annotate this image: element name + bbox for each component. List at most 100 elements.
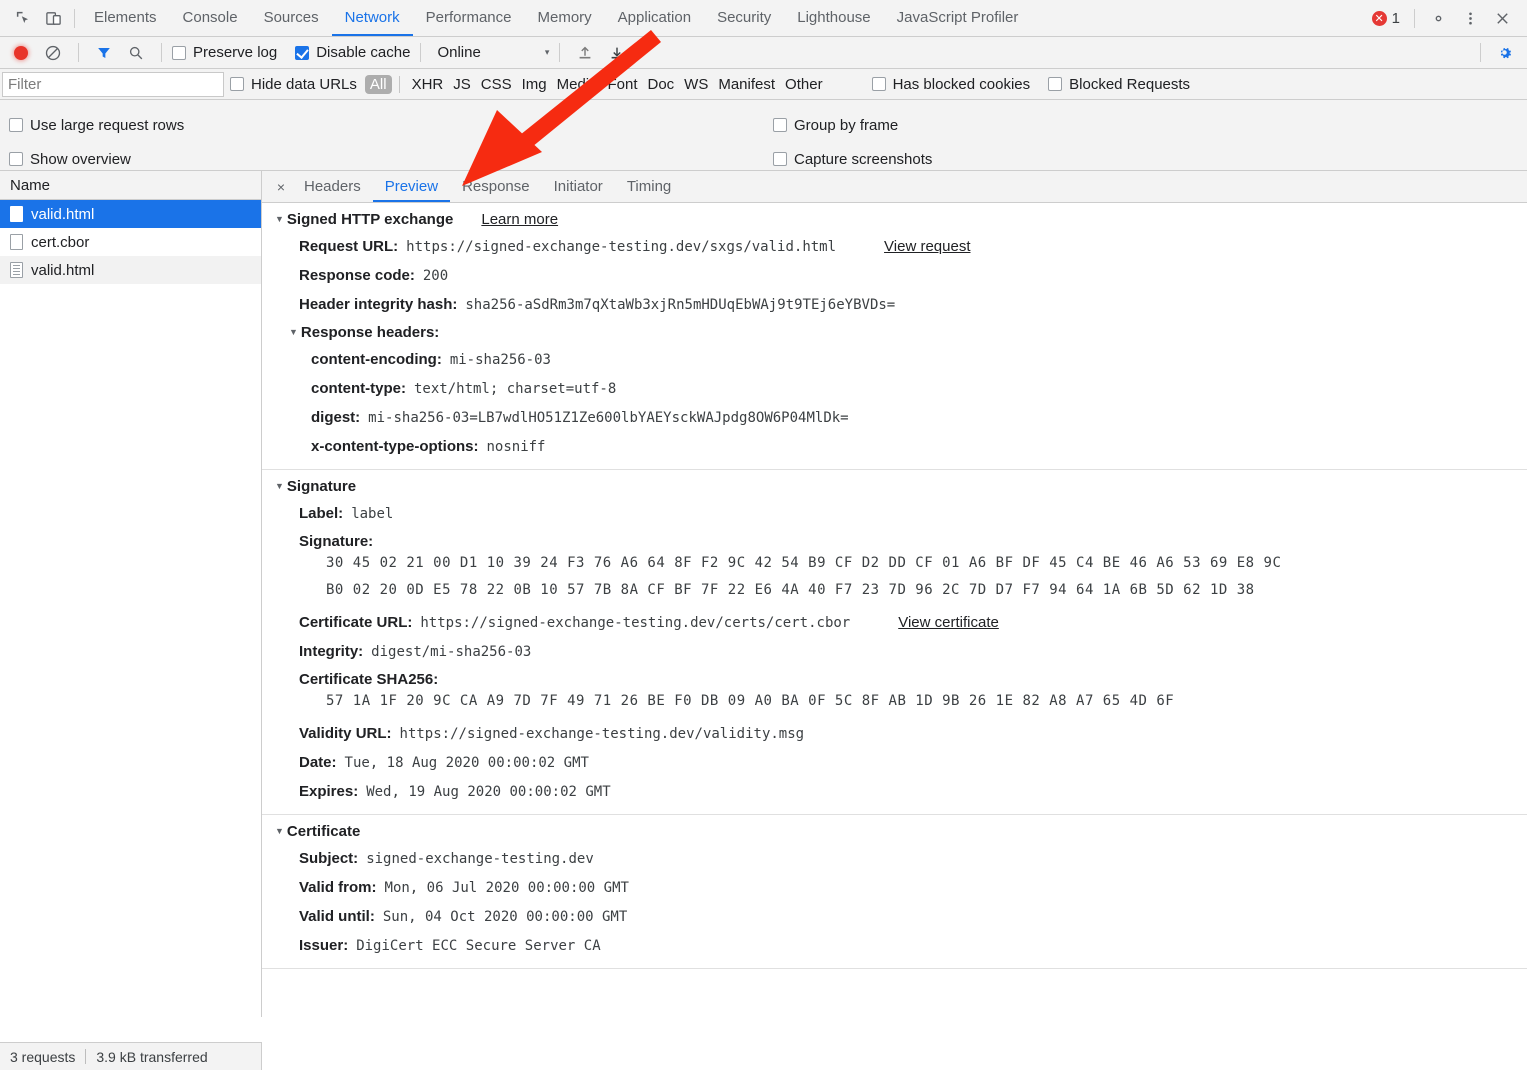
panel-tab-performance[interactable]: Performance [413,0,525,36]
filter-type-doc[interactable]: Doc [642,75,679,94]
learn-more-link[interactable]: Learn more [481,211,558,228]
request-row-valid-html-inner[interactable]: valid.html [0,256,261,284]
filter-type-ws[interactable]: WS [679,75,713,94]
sxg-preview-body: ▼Signed HTTP exchange Learn more Request… [262,203,1527,1017]
section-header-signed-http-exchange[interactable]: ▼Signed HTTP exchange Learn more [262,211,1527,228]
subject-label: Subject: [299,849,358,868]
expires-value: Wed, 19 Aug 2020 00:00:02 GMT [366,783,610,802]
toolbar-divider [1414,9,1415,28]
panel-tab-elements[interactable]: Elements [81,0,170,36]
view-request-link[interactable]: View request [884,237,970,256]
throttling-value: Online [437,44,480,61]
checkbox-box [872,77,886,91]
valid-from-value: Mon, 06 Jul 2020 00:00:00 GMT [385,879,629,898]
validity-url-value: https://signed-exchange-testing.dev/vali… [400,725,805,744]
hide-data-urls-checkbox[interactable]: Hide data URLs [230,76,357,93]
filter-type-media[interactable]: Media [552,75,603,94]
disclosure-triangle-icon[interactable]: ▼ [275,826,284,836]
tab-headers[interactable]: Headers [292,171,373,202]
response-headers-header[interactable]: ▼Response headers: [262,324,1527,341]
more-vertical-icon[interactable] [1455,3,1485,33]
tab-initiator[interactable]: Initiator [542,171,615,202]
has-blocked-cookies-checkbox[interactable]: Has blocked cookies [872,76,1031,93]
filter-type-manifest[interactable]: Manifest [713,75,780,94]
filter-type-js[interactable]: JS [448,75,476,94]
issuer-label: Issuer: [299,936,348,955]
response-header-row: content-encoding: mi-sha256-03 [262,350,1527,370]
signature-label-label: Label: [299,504,343,523]
tab-preview[interactable]: Preview [373,171,450,202]
checkbox-box [1048,77,1062,91]
disclosure-triangle-icon[interactable]: ▼ [275,214,284,224]
use-large-request-rows-checkbox[interactable]: Use large request rows [9,117,184,134]
signature-hex-line: 30 45 02 21 00 D1 10 39 24 F3 76 A6 64 8… [262,550,1527,577]
blocked-requests-checkbox[interactable]: Blocked Requests [1048,76,1190,93]
chevron-down-icon: ▾ [545,47,550,58]
panel-tab-lighthouse[interactable]: Lighthouse [784,0,883,36]
network-settings-pane: Use large request rows Show overview Gro… [0,100,1527,171]
section-header-signature[interactable]: ▼Signature [262,478,1527,495]
close-detail-icon[interactable]: × [270,173,292,201]
panel-tab-console[interactable]: Console [170,0,251,36]
throttling-dropdown[interactable]: Online ▾ [431,44,549,61]
filter-type-img[interactable]: Img [517,75,552,94]
valid-from-row: Valid from: Mon, 06 Jul 2020 00:00:00 GM… [262,878,1527,898]
certificate-url-label: Certificate URL: [299,613,412,632]
panel-tab-application[interactable]: Application [605,0,704,36]
panel-tab-sources[interactable]: Sources [251,0,332,36]
network-settings-gear-icon[interactable] [1489,38,1519,68]
disclosure-triangle-icon[interactable]: ▼ [289,327,298,337]
show-overview-checkbox[interactable]: Show overview [9,151,131,168]
tab-timing[interactable]: Timing [615,171,683,202]
clear-button[interactable] [38,38,68,68]
disable-cache-checkbox[interactable]: Disable cache [295,44,410,61]
document-icon [10,234,23,250]
preserve-log-checkbox[interactable]: Preserve log [172,44,277,61]
record-button[interactable] [6,38,36,68]
device-toolbar-icon[interactable] [38,3,68,33]
date-value: Tue, 18 Aug 2020 00:00:02 GMT [345,754,589,773]
filter-input[interactable] [2,72,224,97]
error-badge-icon: ✕ [1372,11,1387,26]
panel-tab-network[interactable]: Network [332,0,413,36]
valid-until-value: Sun, 04 Oct 2020 00:00:00 GMT [383,908,627,927]
toolbar-divider [1480,43,1481,62]
filter-funnel-icon[interactable] [89,38,119,68]
document-text-icon [10,262,23,278]
import-har-icon[interactable] [570,38,600,68]
valid-until-label: Valid until: [299,907,375,926]
export-har-icon[interactable] [602,38,632,68]
toolbar-divider [74,9,75,28]
filter-type-xhr[interactable]: XHR [407,75,449,94]
panel-tab-javascript-profiler[interactable]: JavaScript Profiler [884,0,1032,36]
section-header-certificate[interactable]: ▼Certificate [262,823,1527,840]
capture-screenshots-checkbox[interactable]: Capture screenshots [773,151,932,168]
view-certificate-link[interactable]: View certificate [898,613,999,632]
filter-divider [399,76,400,93]
panel-tab-security[interactable]: Security [704,0,784,36]
close-icon[interactable] [1487,3,1517,33]
gear-icon[interactable] [1423,3,1453,33]
filter-type-css[interactable]: CSS [476,75,517,94]
response-code-value: 200 [423,267,448,286]
error-count-badge[interactable]: ✕ 1 [1366,10,1406,27]
certificate-url-row: Certificate URL: https://signed-exchange… [262,613,1527,633]
tab-response[interactable]: Response [450,171,542,202]
request-url-row: Request URL: https://signed-exchange-tes… [262,237,1527,257]
request-row-cert-cbor[interactable]: cert.cbor [0,228,261,256]
filter-type-other[interactable]: Other [780,75,828,94]
certificate-sha256-label: Certificate SHA256: [262,671,1527,688]
search-icon[interactable] [121,38,151,68]
group-by-frame-label: Group by frame [794,117,898,134]
request-count-label: 3 requests [10,1049,75,1065]
group-by-frame-checkbox[interactable]: Group by frame [773,117,898,134]
expires-label: Expires: [299,782,358,801]
checkbox-box [773,118,787,132]
filter-type-font[interactable]: Font [602,75,642,94]
request-row-valid-html-sxg[interactable]: valid.html [0,200,261,228]
disclosure-triangle-icon[interactable]: ▼ [275,481,284,491]
header-name: content-encoding: [311,350,442,369]
panel-tab-memory[interactable]: Memory [525,0,605,36]
inspect-element-icon[interactable] [8,3,38,33]
filter-type-all[interactable]: All [365,75,392,94]
